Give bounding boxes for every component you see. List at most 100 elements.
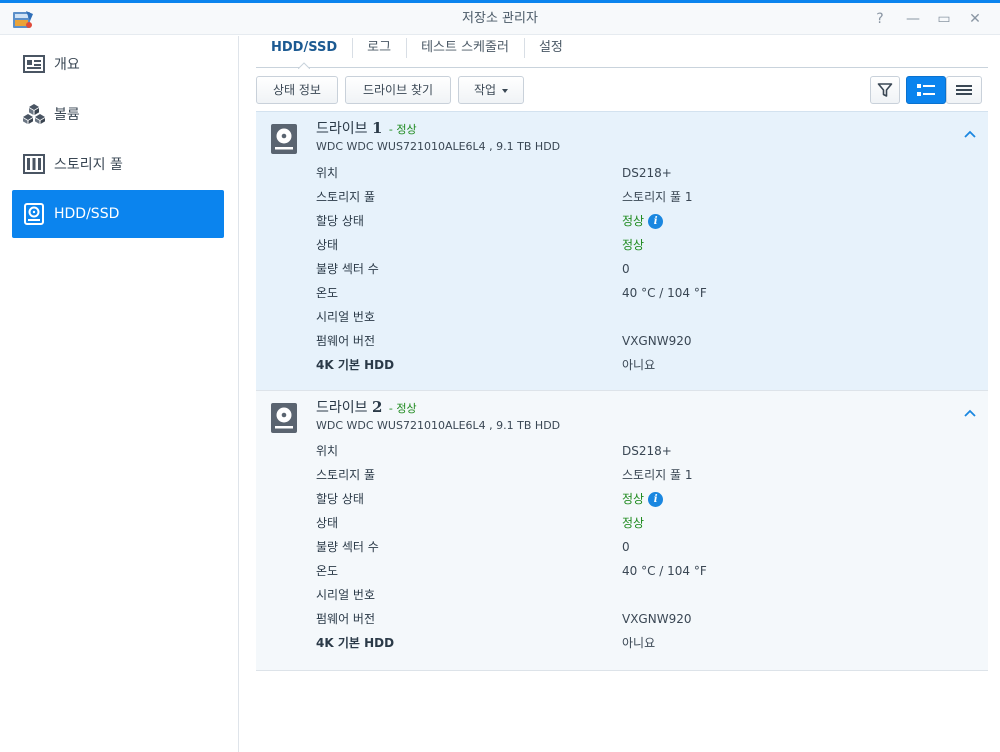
detail-row-location: 위치 DS218+ <box>316 163 976 183</box>
drive-status-badge: - 정상 <box>388 123 417 136</box>
detail-value: 정상 <box>622 516 645 530</box>
hdd-icon <box>271 124 297 154</box>
detail-label: 온도 <box>316 564 339 578</box>
detail-label: 4K 기본 HDD <box>316 636 395 650</box>
detail-value-wrap: 정상 i <box>622 489 664 509</box>
detail-value-wrap: 정상 i <box>622 211 664 231</box>
detail-row-allocation-status: 할당 상태 정상 i <box>316 211 976 231</box>
sidebar-item-label: 볼륨 <box>54 107 80 123</box>
toolbar: 상태 정보 드라이브 찾기 작업 <box>256 76 988 104</box>
sidebar-item-storage-pool[interactable]: 스토리지 풀 <box>12 140 224 188</box>
chevron-down-icon <box>502 88 509 93</box>
tab-settings[interactable]: 설정 <box>523 36 578 68</box>
tab-log[interactable]: 로그 <box>352 36 406 68</box>
detail-label: 펌웨어 버전 <box>316 334 376 348</box>
sidebar-item-volume[interactable]: 볼륨 <box>12 90 224 138</box>
action-dropdown-button[interactable]: 작업 <box>458 76 524 104</box>
detail-row-temperature: 온도 40 °C / 104 °F <box>316 283 976 303</box>
detail-row-temperature: 온도 40 °C / 104 °F <box>316 561 976 581</box>
detail-row-allocation-status: 할당 상태 정상 i <box>316 489 976 509</box>
detail-row-4k-native: 4K 기본 HDD 아니요 <box>316 355 976 375</box>
detail-row-serial: 시리얼 번호 <box>316 307 976 327</box>
detail-row-bad-sectors: 불량 섹터 수 0 <box>316 537 976 557</box>
detail-label: 펌웨어 버전 <box>316 612 376 626</box>
compact-view-icon <box>956 85 972 95</box>
drive-prefix: 드라이브 <box>316 400 368 416</box>
sidebar-item-label: HDD/SSD <box>54 206 120 222</box>
status-info-button[interactable]: 상태 정보 <box>256 76 338 104</box>
detail-row-status: 상태 정상 <box>316 513 976 533</box>
detail-value: 0 <box>622 262 630 276</box>
detail-value: VXGNW920 <box>622 334 692 348</box>
hdd-icon <box>271 403 297 433</box>
detail-label: 온도 <box>316 286 339 300</box>
detail-label: 시리얼 번호 <box>316 588 376 602</box>
detail-row-4k-native: 4K 기본 HDD 아니요 <box>316 633 976 653</box>
close-icon[interactable]: ✕ <box>964 9 986 29</box>
detail-value: 스토리지 풀 1 <box>622 190 693 204</box>
help-icon[interactable]: ? <box>869 9 891 29</box>
detail-row-location: 위치 DS218+ <box>316 441 976 461</box>
action-button-label: 작업 <box>473 83 497 97</box>
detail-label: 4K 기본 HDD <box>316 358 395 372</box>
storage-pool-icon <box>22 152 46 176</box>
overview-icon <box>22 52 46 76</box>
detail-value: 40 °C / 104 °F <box>622 286 707 300</box>
detail-value: 정상 <box>622 492 645 506</box>
drive-title: 드라이브 2 - 정상 <box>316 397 417 417</box>
detail-row-firmware: 펌웨어 버전 VXGNW920 <box>316 609 976 629</box>
detail-row-firmware: 펌웨어 버전 VXGNW920 <box>316 331 976 351</box>
window-title: 저장소 관리자 <box>462 11 538 26</box>
chevron-up-icon[interactable] <box>962 126 978 142</box>
hdd-icon <box>22 202 46 226</box>
drive-title: 드라이브 1 - 정상 <box>316 118 417 138</box>
detail-value: 아니요 <box>622 636 656 650</box>
tab-label: HDD/SSD <box>271 40 338 55</box>
detail-label: 시리얼 번호 <box>316 310 376 324</box>
filter-icon <box>877 83 893 97</box>
detail-label: 위치 <box>316 444 339 458</box>
detail-label: 위치 <box>316 166 339 180</box>
detail-row-storage-pool: 스토리지 풀 스토리지 풀 1 <box>316 187 976 207</box>
sidebar-item-label: 스토리지 풀 <box>54 157 123 173</box>
detail-label: 할당 상태 <box>316 214 364 228</box>
detail-value: VXGNW920 <box>622 612 692 626</box>
drive-number: 1 <box>371 119 383 137</box>
sidebar-item-label: 개요 <box>54 57 80 73</box>
detail-label: 불량 섹터 수 <box>316 540 379 554</box>
find-drive-button[interactable]: 드라이브 찾기 <box>345 76 451 104</box>
tab-bar: HDD/SSD 로그 테스트 스케줄러 설정 <box>256 36 988 69</box>
storage-manager-window: 저장소 관리자 ? — ▭ ✕ 개요 볼륨 스토리지 풀 HDD/SSD HDD… <box>0 0 1000 752</box>
sidebar-item-hdd-ssd[interactable]: HDD/SSD <box>12 190 224 238</box>
info-icon[interactable]: i <box>648 214 664 229</box>
detail-label: 불량 섹터 수 <box>316 262 379 276</box>
detail-value: 정상 <box>622 214 645 228</box>
active-tab-caret-icon <box>298 62 311 69</box>
drive-model: WDC WDC WUS721010ALE6L4 , 9.1 TB HDD <box>316 140 561 153</box>
drive-panel-1[interactable]: 드라이브 1 - 정상 WDC WDC WUS721010ALE6L4 , 9.… <box>256 111 988 391</box>
tab-label: 테스트 스케줄러 <box>421 40 509 55</box>
tab-hdd-ssd[interactable]: HDD/SSD <box>256 36 352 69</box>
filter-button[interactable] <box>870 76 900 104</box>
drive-panel-2[interactable]: 드라이브 2 - 정상 WDC WDC WUS721010ALE6L4 , 9.… <box>256 391 988 671</box>
detail-row-storage-pool: 스토리지 풀 스토리지 풀 1 <box>316 465 976 485</box>
sidebar-item-overview[interactable]: 개요 <box>12 40 224 88</box>
tab-test-scheduler[interactable]: 테스트 스케줄러 <box>406 36 524 68</box>
chevron-up-icon[interactable] <box>962 405 978 421</box>
drive-number: 2 <box>371 398 383 416</box>
detail-row-status: 상태 정상 <box>316 235 976 255</box>
minimize-icon[interactable]: — <box>902 9 924 29</box>
maximize-icon[interactable]: ▭ <box>933 9 955 29</box>
detail-value: 아니요 <box>622 358 656 372</box>
detail-label: 상태 <box>316 238 339 252</box>
detail-row-serial: 시리얼 번호 <box>316 585 976 605</box>
detail-row-bad-sectors: 불량 섹터 수 0 <box>316 259 976 279</box>
tab-label: 로그 <box>367 40 392 55</box>
detail-label: 할당 상태 <box>316 492 364 506</box>
drive-status-badge: - 정상 <box>388 402 417 415</box>
detail-value: 40 °C / 104 °F <box>622 564 707 578</box>
list-view-button[interactable] <box>906 76 946 104</box>
drive-model: WDC WDC WUS721010ALE6L4 , 9.1 TB HDD <box>316 419 561 432</box>
compact-view-button[interactable] <box>946 76 982 104</box>
info-icon[interactable]: i <box>648 492 664 507</box>
